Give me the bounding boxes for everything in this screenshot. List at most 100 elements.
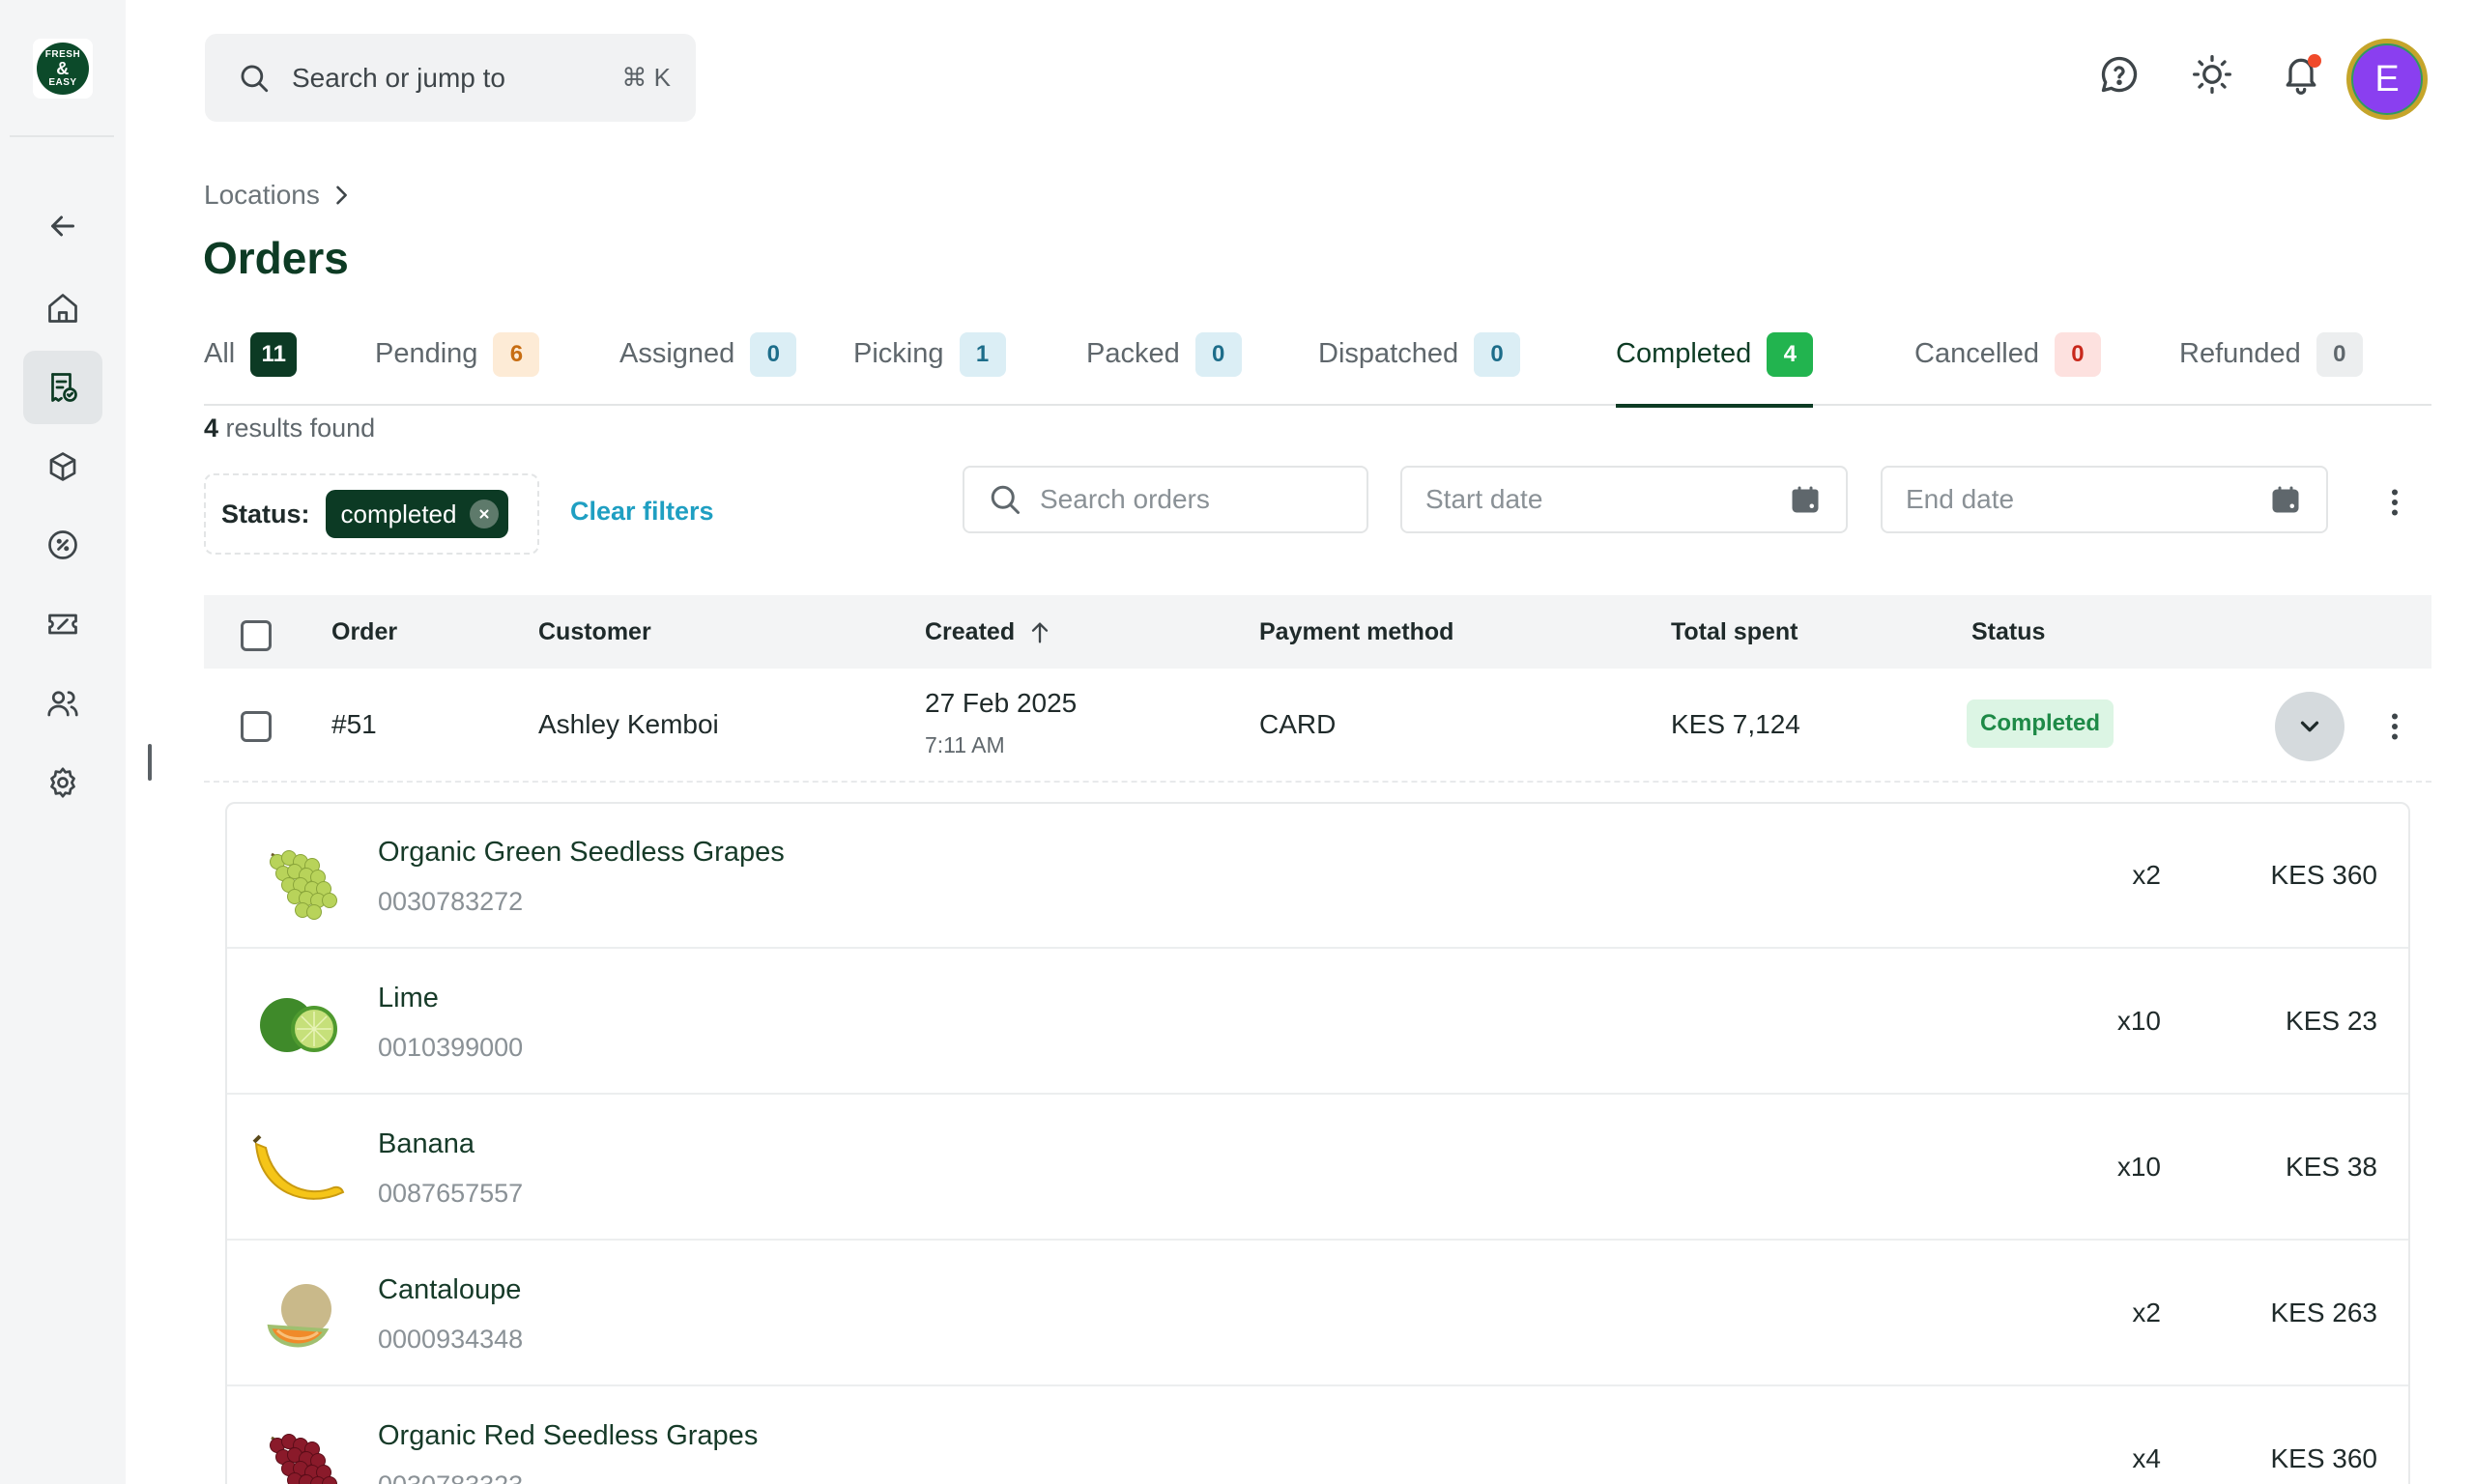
row-actions-button[interactable] (2375, 707, 2414, 746)
logo-text-mid: & (56, 59, 70, 78)
sidebar-item-back[interactable] (23, 189, 102, 263)
tab-label: Dispatched (1318, 338, 1459, 369)
sidebar-item-promotions[interactable] (23, 508, 102, 582)
list-item: Cantaloupe 0000934348 x2 KES 263 (227, 1241, 2408, 1386)
calendar-icon[interactable] (2268, 482, 2303, 517)
product-sku: 0087657557 (378, 1179, 524, 1208)
logo-badge: FRESH & EASY (37, 43, 89, 95)
tab-label: Cancelled (1914, 338, 2039, 369)
product-name: Lime (378, 983, 439, 1013)
start-date-placeholder: Start date (1425, 484, 1543, 514)
table-header: Order Customer Created Payment method To… (204, 595, 2431, 669)
product-name: Organic Red Seedless Grapes (378, 1420, 759, 1451)
tab-assigned[interactable]: Assigned 0 (619, 328, 797, 406)
receipt-icon (51, 373, 77, 402)
tab-count-badge: 0 (1194, 332, 1242, 377)
end-date-input[interactable]: End date (1881, 466, 2328, 533)
row-checkbox[interactable] (241, 711, 272, 742)
tab-pending[interactable]: Pending 6 (375, 328, 540, 406)
sidebar-resize-handle[interactable] (148, 744, 152, 781)
list-item: Banana 0087657557 x10 KES 38 (227, 1096, 2408, 1241)
global-search[interactable]: Search or jump to ⌘ K (205, 34, 696, 122)
arrow-left-icon (51, 215, 74, 237)
help-icon (2101, 56, 2138, 93)
product-sku: 0000934348 (378, 1325, 524, 1354)
list-item: Organic Green Seedless Grapes 0030783272 x… (227, 804, 2408, 949)
product-image (270, 850, 337, 920)
chevron-right-icon (336, 186, 347, 205)
tab-label: Completed (1616, 338, 1752, 369)
brand-logo[interactable]: FRESH & EASY (33, 39, 93, 99)
sidebar-item-settings[interactable] (23, 746, 102, 819)
tab-cancelled[interactable]: Cancelled 0 (1914, 328, 2101, 406)
table-row[interactable]: #51 Ashley Kemboi 27 Feb 2025 7:11 AM CA… (204, 669, 2431, 783)
remove-filter-button[interactable] (470, 499, 500, 528)
status-filter-label: Status: (221, 499, 310, 528)
created-date: 27 Feb 2025 (925, 688, 1078, 718)
ticket-icon (48, 614, 77, 635)
gear-icon (50, 767, 75, 798)
results-count: 4 results found (204, 414, 375, 443)
logo-text-bottom: EASY (48, 77, 77, 88)
product-name: Banana (378, 1128, 475, 1159)
search-orders-input[interactable]: Search orders (963, 466, 1368, 533)
tab-label: Picking (853, 338, 944, 369)
clear-filters-link[interactable]: Clear filters (570, 497, 714, 527)
more-options-button[interactable] (2375, 483, 2414, 522)
tab-picking[interactable]: Picking 1 (853, 328, 1006, 406)
close-icon (479, 509, 490, 519)
tab-label: All (204, 338, 236, 369)
column-header-status[interactable]: Status (1971, 618, 2045, 646)
created-time: 7:11 AM (925, 732, 1005, 757)
tab-count-badge: 0 (750, 332, 797, 377)
product-image (270, 1434, 337, 1484)
tab-refunded[interactable]: Refunded 0 (2179, 328, 2363, 406)
order-items-panel: Organic Green Seedless Grapes 0030783272 x… (225, 802, 2410, 1484)
start-date-input[interactable]: Start date (1400, 466, 1848, 533)
theme-toggle-button[interactable] (2188, 50, 2236, 99)
expand-row-button[interactable] (2275, 692, 2345, 761)
notifications-button[interactable] (2277, 50, 2325, 99)
status-badge: Completed (1967, 699, 2114, 748)
column-header-created[interactable]: Created (925, 618, 1053, 646)
search-icon (991, 485, 1020, 514)
customer-name: Ashley Kemboi (538, 709, 719, 739)
sidebar-item-products[interactable] (23, 430, 102, 503)
product-sku: 0030783272 (378, 887, 524, 916)
sidebar-item-customers[interactable] (23, 667, 102, 740)
column-header-order[interactable]: Order (331, 618, 397, 646)
tab-packed[interactable]: Packed 0 (1086, 328, 1242, 406)
sidebar-item-home[interactable] (23, 271, 102, 345)
status-filter-chip[interactable]: completed (325, 490, 509, 538)
page-title: Orders (203, 233, 349, 283)
product-price: KES 360 (2270, 860, 2377, 890)
column-header-payment[interactable]: Payment method (1259, 618, 1453, 646)
column-header-total[interactable]: Total spent (1671, 618, 1798, 646)
global-search-placeholder: Search or jump to (292, 62, 505, 93)
product-name: Organic Green Seedless Grapes (378, 837, 785, 868)
list-item: Lime 0010399000 x10 KES 23 (227, 950, 2408, 1095)
home-icon (48, 294, 77, 323)
help-button[interactable] (2095, 50, 2143, 99)
order-number[interactable]: #51 (331, 709, 377, 740)
sidebar: FRESH & EASY (0, 0, 126, 1484)
tab-count-badge: 0 (2054, 332, 2101, 377)
product-quantity: x10 (2116, 1152, 2161, 1182)
list-item: Organic Red Seedless Grapes 0030783323 x4 K… (227, 1387, 2408, 1484)
breadcrumb: Locations (204, 180, 355, 211)
column-header-customer[interactable]: Customer (538, 618, 651, 646)
tab-dispatched[interactable]: Dispatched 0 (1318, 328, 1521, 406)
sidebar-item-orders[interactable] (23, 351, 102, 424)
breadcrumb-locations[interactable]: Locations (204, 180, 320, 211)
product-image (267, 1284, 331, 1348)
payment-method: CARD (1259, 709, 1337, 739)
calendar-icon[interactable] (1788, 482, 1823, 517)
product-sku: 0030783323 (378, 1470, 523, 1484)
select-all-checkbox[interactable] (241, 620, 272, 651)
sidebar-item-vouchers[interactable] (23, 587, 102, 661)
search-icon (241, 65, 269, 92)
tab-completed[interactable]: Completed 4 (1616, 328, 1814, 408)
tab-count-badge: 11 (250, 332, 298, 377)
avatar[interactable]: E (2346, 39, 2428, 120)
tab-all[interactable]: All 11 (204, 328, 298, 406)
